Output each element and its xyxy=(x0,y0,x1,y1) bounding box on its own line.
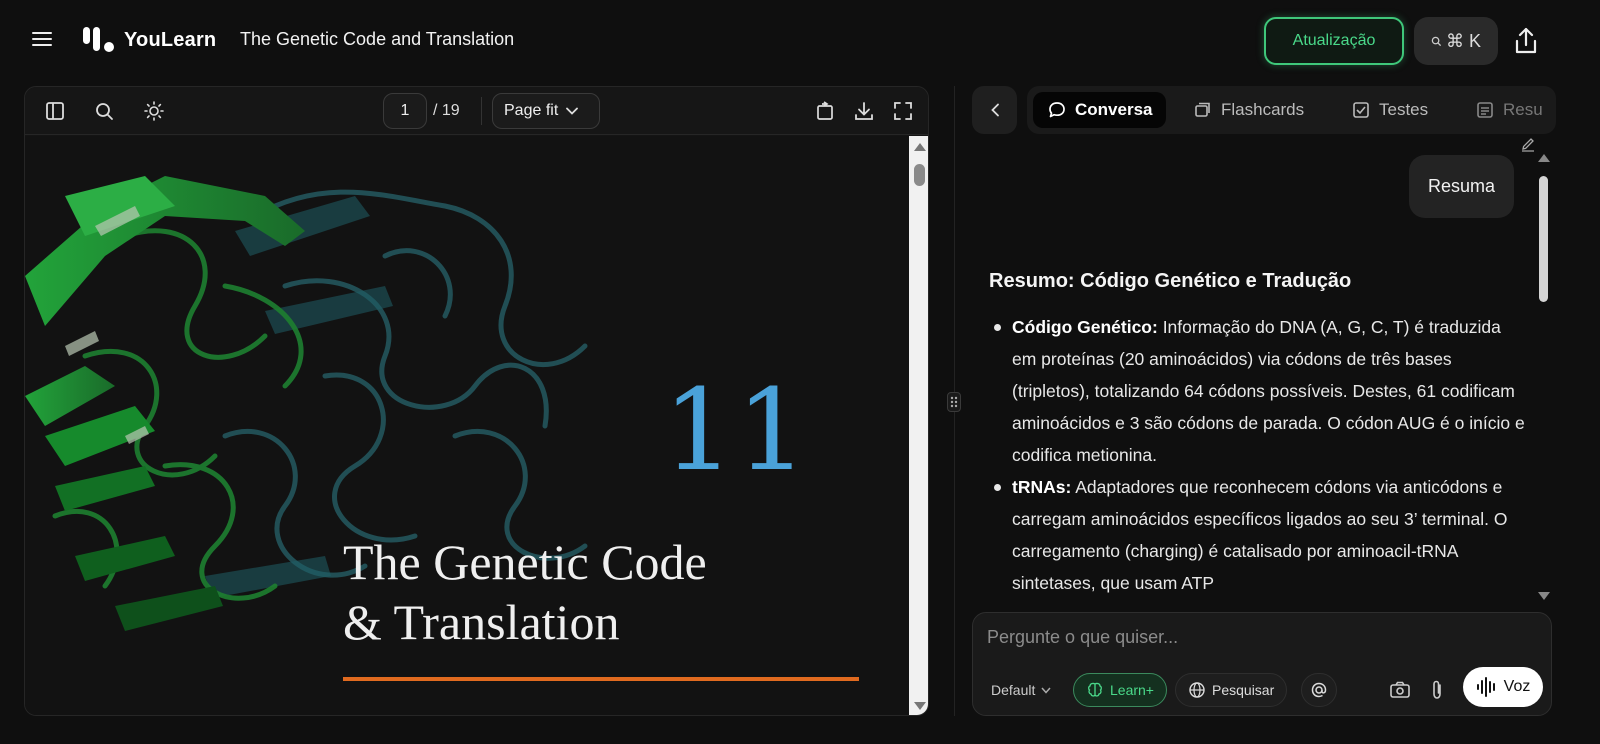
list-item: Código Genético: Informação do DNA (A, G… xyxy=(989,311,1529,471)
download-icon[interactable] xyxy=(852,99,876,123)
response-list: Código Genético: Informação do DNA (A, G… xyxy=(989,311,1529,599)
search-shortcut: ⌘ K xyxy=(1445,30,1481,51)
scroll-down-arrow-icon[interactable] xyxy=(1538,592,1550,600)
mention-button[interactable] xyxy=(1301,673,1337,707)
sidebar-toggle-icon[interactable] xyxy=(43,99,67,123)
list-item-term: tRNAs: xyxy=(1012,477,1072,497)
chat-panel: Conversa Flashcards Testes Resu Resuma R… xyxy=(970,86,1556,716)
tab-label: Conversa xyxy=(1075,100,1153,119)
chat-bubble-icon xyxy=(1049,102,1065,118)
tab-label: Flashcards xyxy=(1221,100,1305,119)
quiz-icon xyxy=(1353,102,1369,118)
collapse-panel-button[interactable] xyxy=(972,86,1017,134)
hamburger-menu-icon[interactable] xyxy=(30,28,54,52)
search-icon xyxy=(1431,36,1442,46)
page-total: / 19 xyxy=(433,102,460,119)
attachment-icon[interactable] xyxy=(1424,677,1450,703)
scroll-up-arrow-icon[interactable] xyxy=(914,143,926,151)
chevron-down-icon xyxy=(566,107,579,115)
model-select[interactable]: Default xyxy=(979,673,1063,707)
scroll-thumb[interactable] xyxy=(914,164,925,186)
tab-label: Resu xyxy=(1503,100,1543,119)
zoom-value: Page fit xyxy=(504,102,559,119)
tab-conversa[interactable]: Conversa xyxy=(1033,92,1167,128)
chat-messages: Resuma Resumo: Código Genético e Traduçã… xyxy=(970,148,1536,606)
learn-plus-toggle[interactable]: Learn+ xyxy=(1073,673,1167,707)
rotate-icon[interactable] xyxy=(813,99,837,123)
scroll-up-arrow-icon[interactable] xyxy=(1538,154,1550,162)
user-message: Resuma xyxy=(1409,155,1514,218)
search-icon[interactable] xyxy=(92,99,116,123)
waveform-icon xyxy=(1476,677,1495,697)
share-icon[interactable] xyxy=(1512,26,1540,56)
chapter-number: 11 xyxy=(663,366,810,496)
document-title: The Genetic Code and Translation xyxy=(240,29,515,49)
voice-label: Voz xyxy=(1503,678,1531,695)
tab-flashcards[interactable]: Flashcards xyxy=(1179,92,1318,128)
upgrade-button[interactable]: Atualização xyxy=(1264,17,1404,65)
model-value: Default xyxy=(991,682,1036,698)
camera-icon[interactable] xyxy=(1387,677,1413,703)
list-item-term: Código Genético: xyxy=(1012,317,1158,337)
app-name: YouLearn xyxy=(124,28,217,51)
learn-plus-label: Learn+ xyxy=(1110,682,1154,698)
brain-icon xyxy=(1088,682,1102,697)
list-item: tRNAs: Adaptadores que reconhecem códons… xyxy=(989,471,1529,599)
chat-scrollbar[interactable] xyxy=(1536,148,1552,606)
chat-input[interactable]: Pergunte o que quiser... xyxy=(987,627,1178,648)
chat-composer: Pergunte o que quiser... Default Learn+ … xyxy=(972,612,1552,716)
chevron-left-icon xyxy=(990,103,999,117)
chevron-down-icon xyxy=(1041,687,1051,694)
response-heading: Resumo: Código Genético e Tradução xyxy=(989,270,1352,292)
top-bar: YouLearn The Genetic Code and Translatio… xyxy=(0,0,1600,82)
pdf-viewer: 1 / 19 Page fit 11 The Genetic Code & Tr… xyxy=(24,86,929,716)
panel-resize-handle[interactable] xyxy=(947,392,961,412)
page-number-input[interactable]: 1 xyxy=(383,93,427,129)
title-underline-rule xyxy=(343,677,859,681)
chapter-title: The Genetic Code & Translation xyxy=(343,532,707,652)
grip-dots-icon xyxy=(950,396,958,408)
web-search-label: Pesquisar xyxy=(1212,682,1275,698)
at-sign-icon xyxy=(1311,682,1327,698)
voice-button[interactable]: Voz xyxy=(1463,667,1543,707)
command-search-button[interactable]: ⌘ K xyxy=(1414,17,1498,65)
cards-icon xyxy=(1195,102,1210,117)
tab-label: Testes xyxy=(1379,100,1429,119)
viewer-toolbar: 1 / 19 Page fit xyxy=(25,87,928,135)
list-item-text: Adaptadores que reconhecem códons via an… xyxy=(1012,477,1508,593)
chapter-title-line-2: & Translation xyxy=(343,594,620,650)
zoom-select[interactable]: Page fit xyxy=(492,93,600,129)
chat-tabs: Conversa Flashcards Testes Resu xyxy=(1027,86,1556,134)
fullscreen-icon[interactable] xyxy=(891,99,915,123)
web-search-toggle[interactable]: Pesquisar xyxy=(1175,673,1288,707)
logo[interactable]: YouLearn xyxy=(82,25,216,55)
toolbar-divider xyxy=(481,97,482,125)
brightness-icon[interactable] xyxy=(142,99,166,123)
scroll-thumb[interactable] xyxy=(1539,176,1548,302)
youlearn-logo-icon xyxy=(83,27,114,52)
tab-testes[interactable]: Testes xyxy=(1337,92,1442,128)
pdf-page: 11 The Genetic Code & Translation xyxy=(25,136,909,715)
chapter-title-line-1: The Genetic Code xyxy=(343,534,707,590)
summary-icon xyxy=(1477,102,1493,118)
pdf-scrollbar[interactable] xyxy=(909,136,928,715)
tab-resumo[interactable]: Resu xyxy=(1461,92,1556,128)
globe-icon xyxy=(1189,682,1205,698)
list-item-text: Informação do DNA (A, G, C, T) é traduzi… xyxy=(1012,317,1525,465)
scroll-down-arrow-icon[interactable] xyxy=(914,702,926,710)
